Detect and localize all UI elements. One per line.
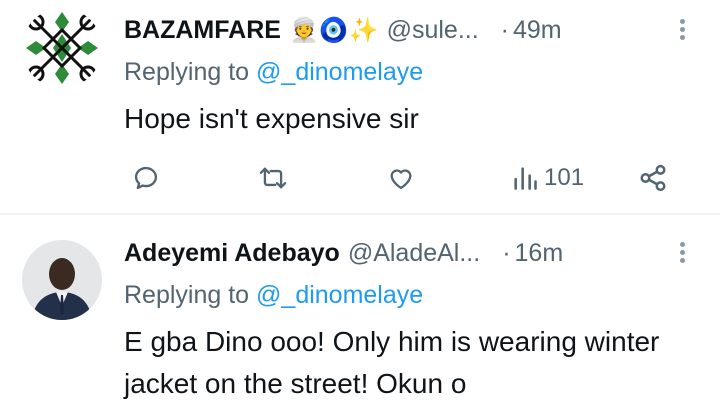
share-icon [640, 164, 666, 192]
share-button[interactable] [638, 158, 668, 198]
views-count: 101 [544, 164, 585, 191]
timestamp[interactable]: 49m [513, 16, 562, 45]
knot-logo-icon [22, 8, 102, 88]
mention-link[interactable]: @_dinomelaye [256, 281, 423, 309]
name-emojis: 👳🧿✨ [288, 16, 379, 44]
display-name[interactable]: BAZAMFARE [124, 16, 281, 45]
action-bar: 101 [124, 158, 684, 198]
tweet-text: Hope isn't expensive sir [124, 103, 419, 134]
retweet-button[interactable] [258, 158, 288, 198]
more-options-icon[interactable] [674, 239, 690, 267]
avatar[interactable] [22, 240, 102, 320]
timestamp[interactable]: 16m [515, 239, 564, 268]
profile-photo-icon [22, 240, 102, 320]
replying-to: Replying to @_dinomelaye [124, 281, 423, 310]
avatar[interactable] [22, 8, 102, 88]
replying-prefix: Replying to [124, 58, 250, 86]
separator-dot: · [502, 238, 511, 267]
reply-button[interactable] [132, 158, 160, 198]
views-icon [514, 167, 537, 190]
like-button[interactable] [386, 158, 416, 198]
like-icon [390, 169, 412, 190]
tweet[interactable]: BAZAMFARE 👳🧿✨ @sule... · 49m Replying to… [0, 0, 720, 214]
user-handle[interactable]: @sule... [387, 16, 479, 45]
mention-link[interactable]: @_dinomelaye [256, 58, 423, 86]
more-options-icon[interactable] [674, 16, 690, 44]
retweet-icon [259, 167, 287, 189]
replying-to: Replying to @_dinomelaye [124, 58, 423, 87]
tweet-header: BAZAMFARE 👳🧿✨ @sule... · 49m [124, 10, 690, 50]
tweet-text: E gba Dino ooo! Only him is wearing wint… [124, 326, 660, 399]
views-button[interactable]: 101 [512, 158, 584, 198]
tweet[interactable]: Adeyemi Adebayo @AladeAl... · 16m Replyi… [0, 215, 720, 411]
reply-icon [134, 166, 158, 190]
replying-prefix: Replying to [124, 281, 250, 309]
user-handle[interactable]: @AladeAl... [348, 239, 480, 268]
display-name[interactable]: Adeyemi Adebayo [124, 239, 340, 268]
tweet-header: Adeyemi Adebayo @AladeAl... · 16m [124, 233, 690, 273]
separator-dot: · [500, 15, 509, 44]
